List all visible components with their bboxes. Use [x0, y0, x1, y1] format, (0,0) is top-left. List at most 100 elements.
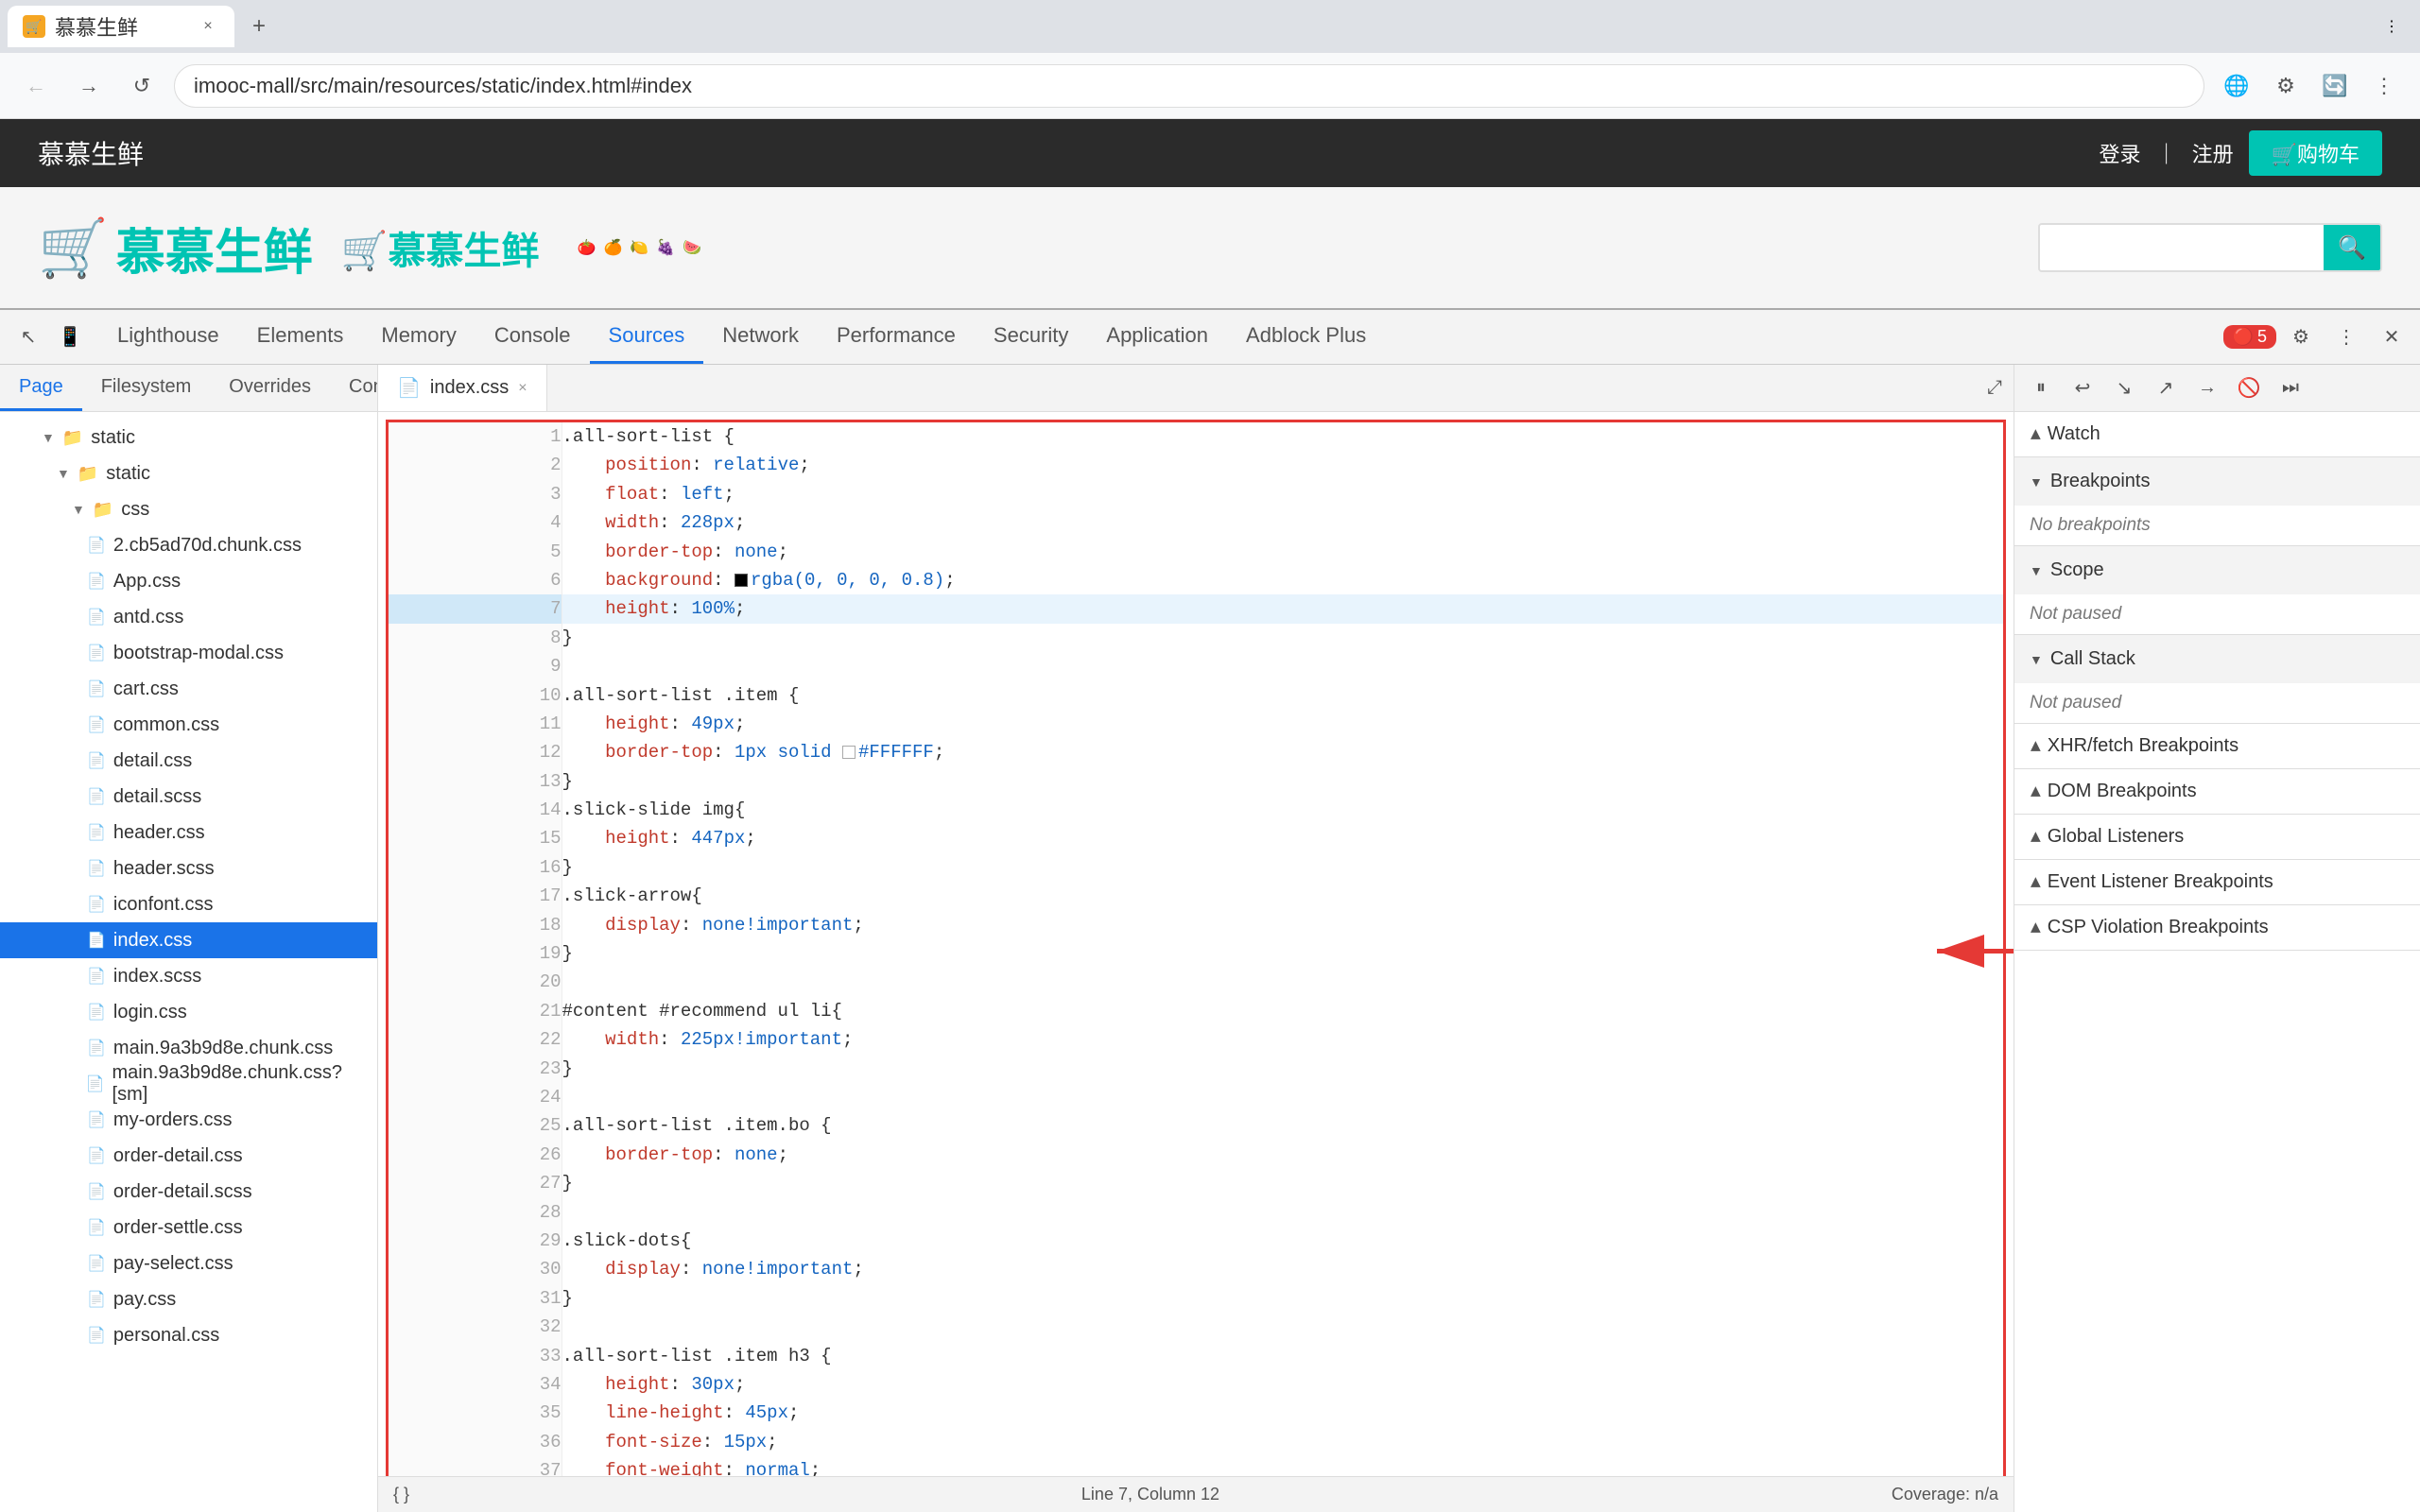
breakpoints-header[interactable]: ▼ Breakpoints [2014, 457, 2420, 506]
close-devtools-button[interactable]: ✕ [2371, 317, 2412, 358]
forward-button[interactable]: → [68, 65, 110, 107]
tree-item-file[interactable]: 📄 detail.css [0, 743, 377, 779]
tab-network[interactable]: Network [703, 310, 818, 364]
tree-item-file[interactable]: 📄 antd.css [0, 599, 377, 635]
tab-adblock[interactable]: Adblock Plus [1227, 310, 1385, 364]
tree-item-file[interactable]: 📄 App.css [0, 563, 377, 599]
line-number: 36 [389, 1428, 562, 1456]
tree-item-file[interactable]: 📄 detail.scss [0, 779, 377, 815]
register-link[interactable]: 注册 [2192, 138, 2234, 168]
sources-subtab-overrides[interactable]: Overrides [210, 365, 330, 411]
file-icon: 📄 [86, 1074, 105, 1093]
tree-item-file[interactable]: 📄 main.9a3b9d8e.chunk.css? [sm] [0, 1066, 377, 1102]
step-over-button[interactable]: ↩ [2064, 369, 2101, 407]
tab-lighthouse[interactable]: Lighthouse [98, 310, 238, 364]
tab-console[interactable]: Console [475, 310, 590, 364]
deactivate-breakpoints-button[interactable]: 🚫 [2230, 369, 2268, 407]
tree-item-static-2[interactable]: ▼ 📁 static [0, 455, 377, 491]
extension-icon-3[interactable]: 🔄 [2314, 65, 2356, 107]
scope-header[interactable]: ▼ Scope [2014, 546, 2420, 594]
step-button[interactable]: → [2188, 369, 2226, 407]
cart-button[interactable]: 🛒购物车 [2249, 130, 2382, 176]
dom-breakpoints-section[interactable]: ▶ DOM Breakpoints [2014, 769, 2420, 815]
window-menu-button[interactable]: ⋮ [2371, 6, 2412, 47]
line-number: 26 [389, 1141, 562, 1169]
extension-icon-2[interactable]: ⚙ [2265, 65, 2307, 107]
tree-item-static-1[interactable]: ▼ 📁 static [0, 420, 377, 455]
extension-icon-1[interactable]: 🌐 [2216, 65, 2257, 107]
tab-performance[interactable]: Performance [818, 310, 975, 364]
tab-sources[interactable]: Sources [590, 310, 704, 364]
tree-item-file[interactable]: 📄 cart.css [0, 671, 377, 707]
tree-item-file[interactable]: 📄 index.scss [0, 958, 377, 994]
logo-text: 慕慕生鲜 [116, 213, 313, 284]
sources-subtab-page[interactable]: Page [0, 365, 82, 411]
global-label: Global Listeners [2048, 826, 2185, 848]
error-badge: 🔴 5 [2223, 325, 2276, 349]
device-toolbar-button[interactable]: 📱 [49, 317, 91, 358]
dont-pause-exceptions-button[interactable]: ⏭ [2272, 369, 2309, 407]
folder-icon: 📁 [62, 428, 83, 448]
tree-item-file[interactable]: 📄 header.css [0, 815, 377, 850]
tab-close-button[interactable]: × [197, 15, 219, 38]
tree-item-file[interactable]: 📄 personal.css [0, 1317, 377, 1353]
event-breakpoints-section[interactable]: ▶ Event Listener Breakpoints [2014, 860, 2420, 905]
editor-tab-close[interactable]: × [518, 380, 527, 397]
step-into-button[interactable]: ↘ [2105, 369, 2143, 407]
call-stack-header[interactable]: ▼ Call Stack [2014, 635, 2420, 683]
sources-subtab-content-scripts[interactable]: Content scripts [330, 365, 377, 411]
tree-item-file[interactable]: 📄 order-settle.css [0, 1210, 377, 1246]
tree-item-file[interactable]: 📄 2.cb5ad70d.chunk.css [0, 527, 377, 563]
watch-arrow: ▶ [2027, 429, 2043, 439]
tree-item-file[interactable]: 📄 iconfont.css [0, 886, 377, 922]
reload-button[interactable]: ↺ [121, 65, 163, 107]
tab-elements[interactable]: Elements [238, 310, 363, 364]
step-out-button[interactable]: ↗ [2147, 369, 2185, 407]
more-tools-button[interactable]: ⋮ [2325, 317, 2367, 358]
tree-item-css[interactable]: ▼ 📁 css [0, 491, 377, 527]
editor-expand-button[interactable]: ⤢ [1976, 377, 2014, 399]
sources-subtab-filesystem[interactable]: Filesystem [82, 365, 211, 411]
tree-item-file[interactable]: 📄 main.9a3b9d8e.chunk.css [0, 1030, 377, 1066]
code-area[interactable]: 1 .all-sort-list { 2 position: relative; [378, 412, 2014, 1476]
tab-memory[interactable]: Memory [362, 310, 475, 364]
tree-item-file[interactable]: 📄 order-detail.css [0, 1138, 377, 1174]
tree-item-file[interactable]: 📄 pay.css [0, 1281, 377, 1317]
line-number: 9 [389, 652, 562, 680]
line-number: 12 [389, 738, 562, 766]
login-link[interactable]: 登录 [2100, 138, 2141, 168]
address-bar[interactable]: imooc-mall/src/main/resources/static/ind… [174, 64, 2204, 108]
tab-security[interactable]: Security [975, 310, 1087, 364]
fruit-2: 🍊 [603, 238, 622, 257]
editor-tab-index-css[interactable]: 📄 index.css × [378, 365, 547, 411]
global-listeners-section[interactable]: ▶ Global Listeners [2014, 815, 2420, 860]
tree-item-file[interactable]: 📄 my-orders.css [0, 1102, 377, 1138]
tree-item-file[interactable]: 📄 order-detail.scss [0, 1174, 377, 1210]
tab-application[interactable]: Application [1087, 310, 1227, 364]
tree-label: order-settle.css [113, 1217, 243, 1239]
code-row: 35 line-height: 45px; [389, 1399, 2003, 1427]
back-button[interactable]: ← [15, 65, 57, 107]
active-tab[interactable]: 🛒 慕慕生鲜 × [8, 6, 234, 47]
tree-item-file[interactable]: 📄 header.scss [0, 850, 377, 886]
new-tab-button[interactable]: + [238, 6, 280, 47]
search-input[interactable] [2040, 225, 2324, 270]
csp-breakpoints-section[interactable]: ▶ CSP Violation Breakpoints [2014, 905, 2420, 951]
watch-section[interactable]: ▶ Watch [2014, 412, 2420, 457]
code-line: .slick-arrow{ [562, 882, 2003, 910]
pause-button[interactable]: ⏸ [2022, 369, 2060, 407]
devtools-tabs: Lighthouse Elements Memory Console Sourc… [98, 310, 2216, 364]
tree-item-file[interactable]: 📄 bootstrap-modal.css [0, 635, 377, 671]
line-number: 8 [389, 624, 562, 652]
tree-item-file[interactable]: 📄 login.css [0, 994, 377, 1030]
inspect-element-button[interactable]: ↖ [8, 317, 49, 358]
tree-item-file[interactable]: 📄 common.css [0, 707, 377, 743]
xhr-breakpoints-section[interactable]: ▶ XHR/fetch Breakpoints [2014, 724, 2420, 769]
tree-item-index-css[interactable]: 📄 index.css [0, 922, 377, 958]
tree-item-file[interactable]: 📄 pay-select.css [0, 1246, 377, 1281]
browser-menu-button[interactable]: ⋮ [2363, 65, 2405, 107]
event-label: Event Listener Breakpoints [2048, 871, 2273, 893]
search-button[interactable]: 🔍 [2324, 225, 2380, 270]
settings-button[interactable]: ⚙ [2280, 317, 2322, 358]
code-line: height: 100%; [562, 594, 2003, 623]
